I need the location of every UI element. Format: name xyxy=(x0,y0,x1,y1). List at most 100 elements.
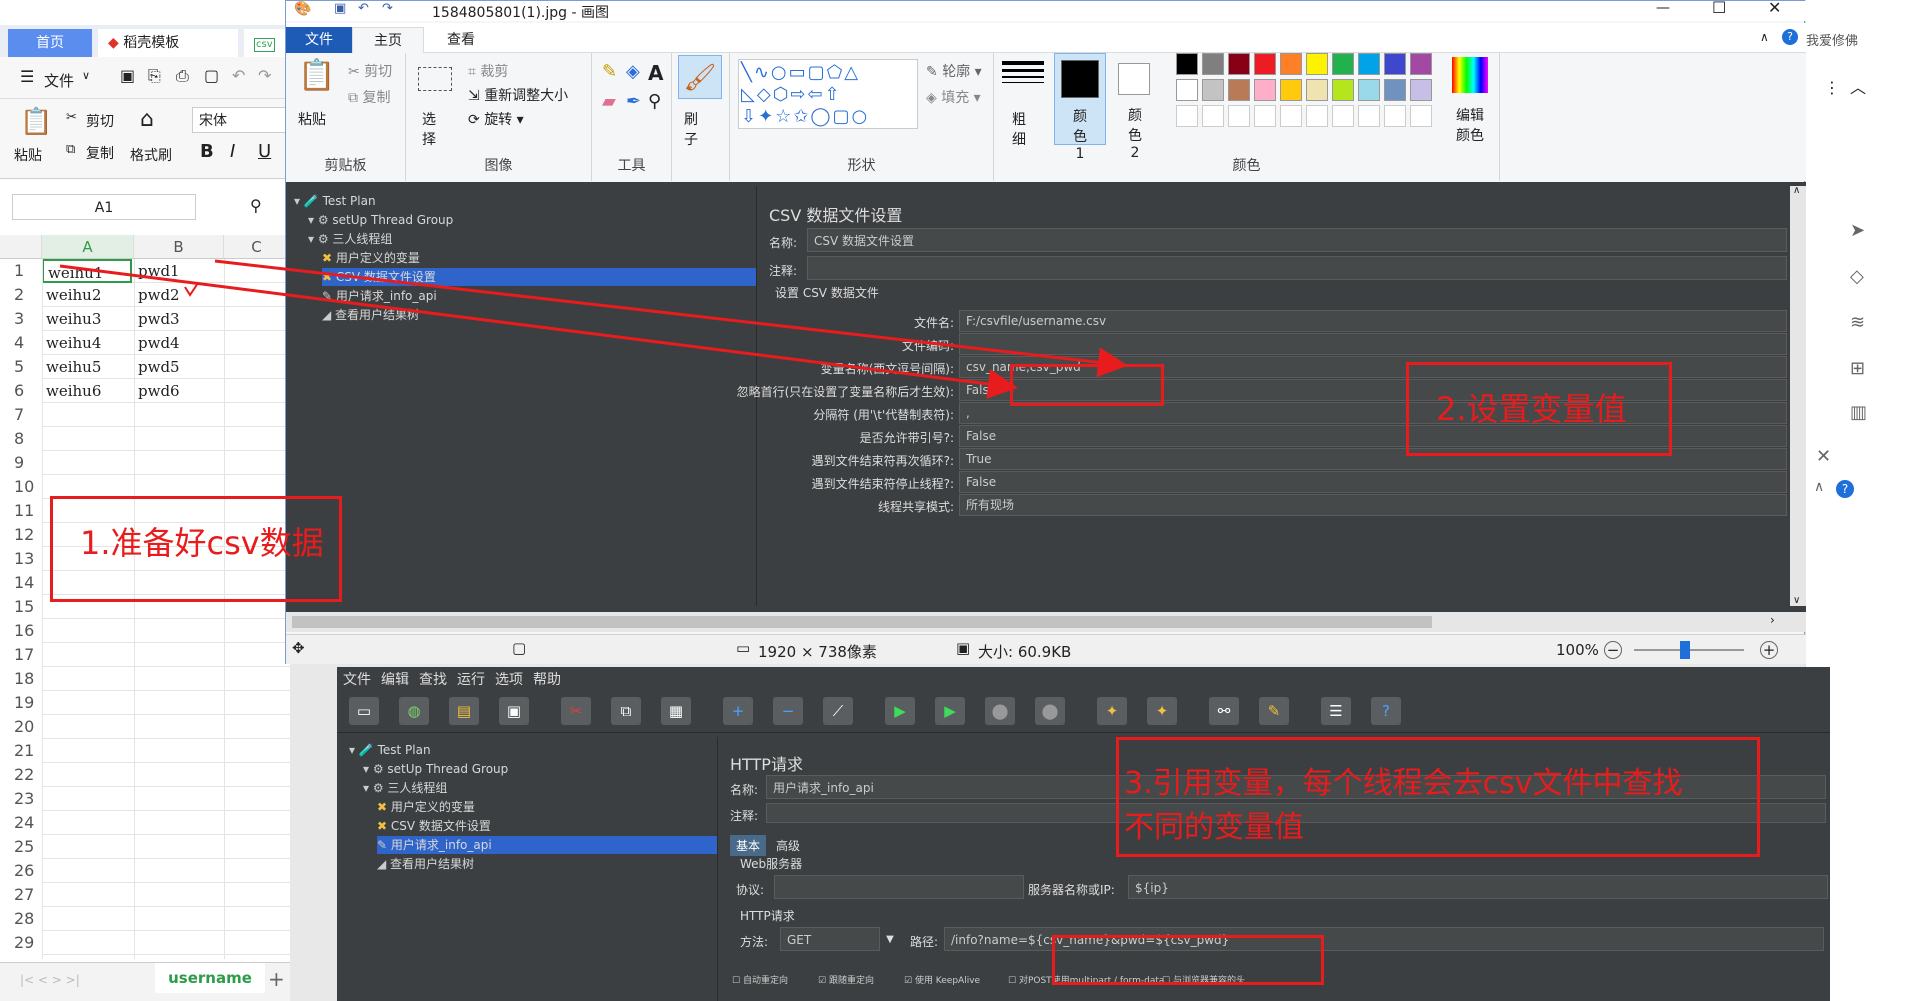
paste-button[interactable]: 粘贴 xyxy=(14,145,42,165)
column-header-b[interactable]: B xyxy=(134,235,224,259)
cell[interactable]: pwd1 xyxy=(134,259,224,283)
row-header[interactable]: 14 xyxy=(0,571,42,595)
option-checkbox[interactable]: ☑ 使用 KeepAlive xyxy=(904,973,980,986)
csv-field-value[interactable]: False xyxy=(959,471,1787,493)
select-button[interactable]: 选择 xyxy=(422,109,444,149)
server-field[interactable]: ${ip} xyxy=(1128,875,1828,899)
toggle-icon[interactable]: ⟋ xyxy=(823,697,853,725)
palette-color[interactable] xyxy=(1332,53,1354,75)
tree-node[interactable]: ▾ ⚙ 三人线程组 xyxy=(363,779,447,797)
preview-icon[interactable]: ▢ xyxy=(204,68,219,84)
paste-icon[interactable]: 📋 xyxy=(298,61,335,91)
palette-color[interactable] xyxy=(1332,79,1354,101)
copy-button[interactable]: 复制 xyxy=(86,143,114,163)
comment-field[interactable] xyxy=(807,256,1787,280)
tree-node[interactable]: ◢ 查看用户结果树 xyxy=(377,855,474,873)
row-header[interactable]: 6 xyxy=(0,379,42,403)
tab-csv-file[interactable]: csv u xyxy=(244,29,290,79)
custom-color-slot[interactable] xyxy=(1306,105,1328,127)
row-header[interactable]: 1 xyxy=(0,259,42,283)
undo-icon[interactable]: ↶ xyxy=(358,2,369,15)
scroll-up-icon[interactable]: ∧ xyxy=(1793,186,1800,196)
column-header-c[interactable]: C xyxy=(224,235,290,259)
color-picker-icon[interactable]: ✒ xyxy=(626,93,641,111)
edit-colors-icon[interactable] xyxy=(1452,57,1488,93)
save-icon[interactable]: ▣ xyxy=(334,2,346,15)
tab-file[interactable]: 文件 xyxy=(286,27,352,53)
templates-icon[interactable]: ◍ xyxy=(399,697,429,725)
tab-advanced[interactable]: 高级 xyxy=(770,835,806,856)
clear-icon[interactable]: ✦ xyxy=(1097,697,1127,725)
pencil-icon[interactable]: ✎ xyxy=(602,63,617,81)
row-header[interactable]: 9 xyxy=(0,451,42,475)
shapes-icon[interactable]: ◇ xyxy=(1850,268,1864,286)
stop-icon[interactable]: ⬤ xyxy=(985,697,1015,725)
csv-field-value[interactable]: 所有现场 xyxy=(959,494,1787,516)
zoom-icon[interactable]: ⚲ xyxy=(250,198,262,214)
scroll-thumb[interactable] xyxy=(292,616,1432,628)
chevron-up-icon[interactable]: ︿ xyxy=(1850,80,1866,96)
eraser-icon[interactable]: ▰ xyxy=(602,93,616,111)
scroll-down-icon[interactable]: ∨ xyxy=(1793,596,1800,606)
palette-color[interactable] xyxy=(1254,53,1276,75)
row-header[interactable]: 19 xyxy=(0,691,42,715)
tree-node[interactable]: ▾ 🧪 Test Plan xyxy=(294,192,376,210)
custom-color-slot[interactable] xyxy=(1280,105,1302,127)
brush-button[interactable]: 刷子 xyxy=(684,109,706,149)
column-header-a[interactable]: A xyxy=(42,235,134,259)
tab-basic[interactable]: 基本 xyxy=(730,835,767,856)
tree-node[interactable]: ✖ CSV 数据文件设置 xyxy=(322,268,762,286)
row-header[interactable]: 21 xyxy=(0,739,42,763)
magnifier-icon[interactable]: ⚲ xyxy=(648,93,661,111)
custom-color-slot[interactable] xyxy=(1358,105,1380,127)
crop-button[interactable]: ⌗ 裁剪 xyxy=(468,61,508,81)
font-select[interactable]: 宋体 xyxy=(192,107,290,133)
row-header[interactable]: 20 xyxy=(0,715,42,739)
cursor-icon[interactable]: ➤ xyxy=(1850,222,1865,240)
tree-node[interactable]: ✎ 用户请求_info_api xyxy=(322,287,437,305)
custom-color-slot[interactable] xyxy=(1254,105,1276,127)
save-icon[interactable]: ▣ xyxy=(499,697,529,725)
method-dropdown-icon[interactable]: ▼ xyxy=(882,929,898,951)
grid-icon[interactable]: ⊞ xyxy=(1850,360,1865,378)
menu-edit[interactable]: 编辑 xyxy=(381,669,409,689)
paste-icon[interactable]: ▦ xyxy=(661,697,691,725)
palette-color[interactable] xyxy=(1202,53,1224,75)
palette-color[interactable] xyxy=(1306,53,1328,75)
cell-reference-box[interactable]: A1 xyxy=(12,194,196,220)
function-helper-icon[interactable]: ☰ xyxy=(1321,697,1351,725)
row-header[interactable]: 26 xyxy=(0,859,42,883)
menu-file[interactable]: 文件 xyxy=(343,669,371,689)
custom-color-slot[interactable] xyxy=(1202,105,1224,127)
palette-color[interactable] xyxy=(1410,79,1432,101)
cell[interactable]: weihu4 xyxy=(42,331,132,355)
color2-button[interactable]: 颜色 2 xyxy=(1112,53,1164,161)
search-icon[interactable]: ⚯ xyxy=(1209,697,1239,725)
menu-options[interactable]: 选项 xyxy=(495,669,523,689)
more-icon[interactable]: ⋮ xyxy=(1824,80,1840,96)
scroll-right-icon[interactable]: › xyxy=(1770,614,1775,626)
color1-button[interactable]: 颜色 1 xyxy=(1054,53,1106,162)
format-painter-button[interactable]: 格式刷 xyxy=(130,145,172,165)
cell[interactable]: weihu1 xyxy=(42,259,132,283)
option-checkbox[interactable]: ☑ 跟随重定向 xyxy=(818,973,874,986)
row-header[interactable]: 16 xyxy=(0,619,42,643)
copy-icon[interactable]: ⧉ xyxy=(66,143,75,156)
collapse-icon[interactable]: − xyxy=(773,697,803,725)
palette-color[interactable] xyxy=(1358,53,1380,75)
menu-search[interactable]: 查找 xyxy=(419,669,447,689)
chevron-up-small-icon[interactable]: ∧ xyxy=(1814,480,1824,494)
tree-node[interactable]: ▾ 🧪 Test Plan xyxy=(349,741,431,759)
row-header[interactable]: 24 xyxy=(0,811,42,835)
row-header[interactable]: 10 xyxy=(0,475,42,499)
sheet-tab-username[interactable]: username xyxy=(155,963,265,993)
cell[interactable]: pwd4 xyxy=(134,331,224,355)
csv-field-value[interactable] xyxy=(959,333,1787,355)
tab-home[interactable]: 主页 xyxy=(352,27,424,53)
cell[interactable]: pwd2 xyxy=(134,283,224,307)
cell[interactable]: weihu6 xyxy=(42,379,132,403)
csv-field-value[interactable]: F:/csvfile/username.csv xyxy=(959,310,1787,332)
palette-color[interactable] xyxy=(1228,53,1250,75)
redo-icon[interactable]: ↷ xyxy=(382,2,393,15)
custom-color-slot[interactable] xyxy=(1176,105,1198,127)
